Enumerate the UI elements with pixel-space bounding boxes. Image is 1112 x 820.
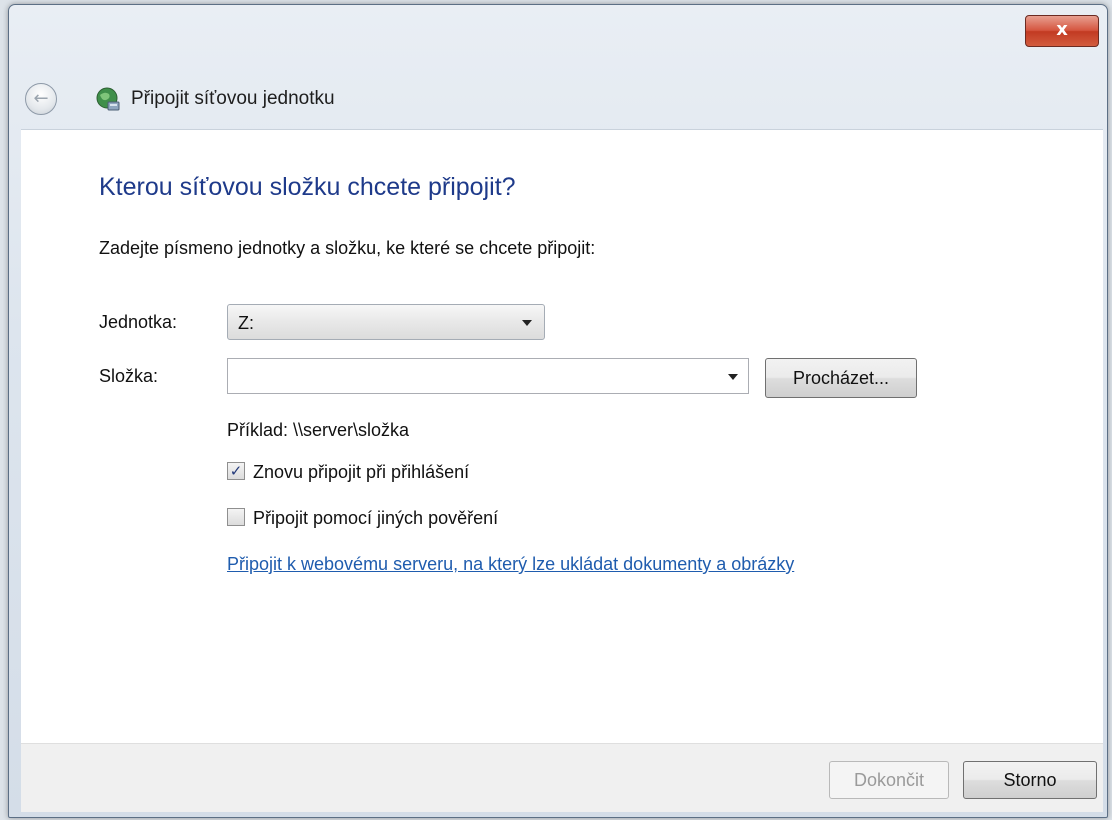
drive-letter-select[interactable]: Z: [227,304,545,340]
folder-label: Složka: [99,366,159,386]
network-drive-icon [96,87,120,111]
instruction-text: Zadejte písmeno jednotky a složku, ke kt… [99,238,596,258]
map-network-drive-dialog: x ← Připojit síťovou jednotku Kterou síť… [8,4,1108,818]
back-button[interactable]: ← [25,83,57,115]
folder-input[interactable] [228,359,708,393]
browse-button[interactable]: Procházet... [765,358,917,398]
drive-letter-value: Z: [238,313,254,333]
close-button[interactable]: x [1025,15,1099,47]
finish-button[interactable]: Dokončit [829,761,949,799]
reconnect-label[interactable]: Znovu připojit při přihlášení [253,458,469,486]
cancel-button[interactable]: Storno [963,761,1097,799]
drive-label: Jednotka: [99,312,178,332]
dialog-footer: Dokončit Storno [21,743,1103,812]
folder-combobox[interactable] [227,358,749,394]
example-text: Příklad: \\server\složka [227,420,410,440]
content-panel: Kterou síťovou složku chcete připojit? Z… [21,129,1103,744]
web-server-link[interactable]: Připojit k webovému serveru, na který lz… [227,550,794,578]
credentials-checkbox[interactable] [227,508,245,526]
reconnect-checkbox[interactable]: ✓ [227,462,245,480]
close-icon: x [1056,19,1068,40]
window-title: Připojit síťovou jednotku [131,88,335,109]
credentials-label[interactable]: Připojit pomocí jiných pověření [253,504,498,532]
chevron-down-icon [522,320,532,326]
back-arrow-icon: ← [33,88,49,109]
page-heading: Kterou síťovou složku chcete připojit? [99,173,516,201]
chevron-down-icon[interactable] [728,374,738,380]
